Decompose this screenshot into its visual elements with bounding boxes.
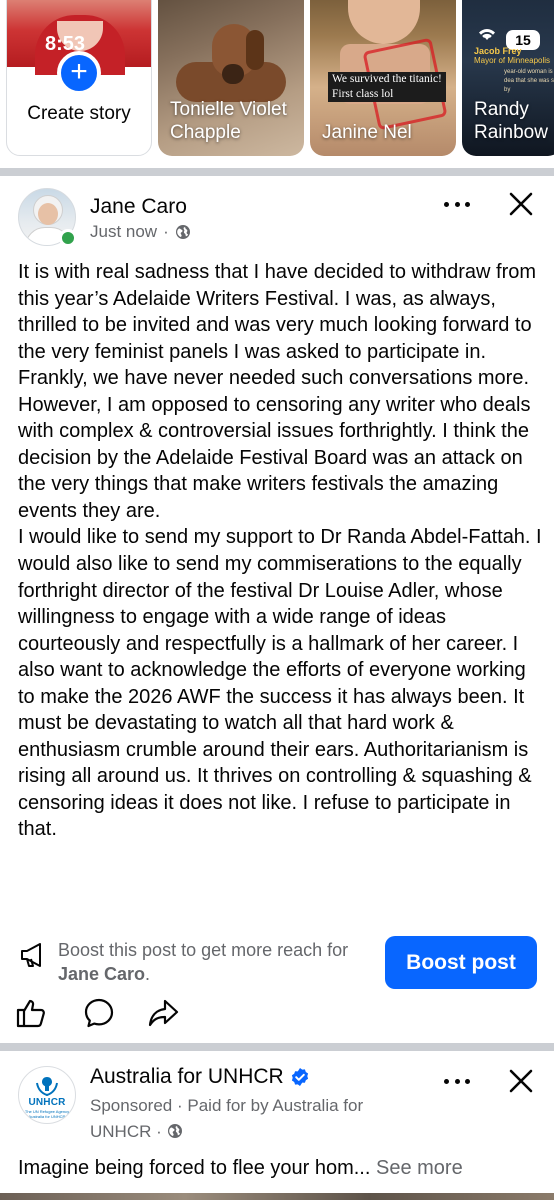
avatar[interactable]: UNHCR The UN Refugee Agency Australia fo… xyxy=(18,1066,76,1124)
post-paragraph: It is with real sadness that I have deci… xyxy=(18,261,537,390)
logo-subtext: The UN Refugee Agency Australia for UNHC… xyxy=(24,1109,70,1119)
post-paragraph: I would like to send my support to Dr Ra… xyxy=(18,526,542,841)
story-randy-rainbow[interactable]: 15 Jacob Frey Mayor of Minneapolis year-… xyxy=(462,0,554,156)
sponsored-meta: Sponsored · Paid for by Australia for UN… xyxy=(90,1096,364,1141)
globe-icon xyxy=(175,225,190,239)
share-icon[interactable] xyxy=(146,996,180,1030)
boost-post-button[interactable]: Boost post xyxy=(385,936,537,989)
sponsored-advertiser[interactable]: Australia for UNHCR xyxy=(90,1065,310,1089)
close-icon[interactable] xyxy=(505,188,537,220)
online-status-dot xyxy=(59,229,77,247)
story-label: Tonielle Violet Chapple xyxy=(170,99,287,143)
section-divider xyxy=(0,168,554,176)
story-tonielle-violet-chapple[interactable]: Tonielle Violet Chapple xyxy=(158,0,304,156)
story-label: Randy Rainbow xyxy=(474,99,548,143)
boost-row: Boost this post to get more reach for Ja… xyxy=(18,936,538,990)
sponsored-label[interactable]: Sponsored xyxy=(90,1096,172,1115)
story-overlay-name: Jacob Frey xyxy=(474,46,522,56)
create-story-label: Create story xyxy=(27,103,131,124)
like-icon[interactable] xyxy=(14,996,48,1030)
post-timestamp[interactable]: Just now xyxy=(90,222,157,242)
globe-icon xyxy=(167,1124,182,1138)
more-options-icon[interactable] xyxy=(440,193,474,215)
section-divider xyxy=(0,1043,554,1051)
story-create[interactable]: 8:53 + Create story xyxy=(6,0,152,156)
sponsored-text: Imagine being forced to flee your hom...… xyxy=(18,1157,463,1179)
wifi-icon xyxy=(476,26,498,45)
story-janine-nel[interactable]: We survived the titanic! First class lol… xyxy=(310,0,456,156)
post-text: It is with real sadness that I have deci… xyxy=(18,259,543,843)
meta-separator: · xyxy=(163,222,169,241)
story-overlay-news: year-old woman is dea that she was shot … xyxy=(504,69,554,93)
post-paragraph: However, I am opposed to censoring any w… xyxy=(18,393,531,522)
megaphone-icon xyxy=(21,943,41,967)
ad-media-preview[interactable] xyxy=(0,1193,554,1200)
post-author-name[interactable]: Jane Caro xyxy=(90,195,187,219)
story-overlay-role: Mayor of Minneapolis xyxy=(474,56,551,65)
comment-icon[interactable] xyxy=(82,996,116,1030)
boost-prompt: Boost this post to get more reach for Ja… xyxy=(58,940,349,984)
logo-text: UNHCR xyxy=(28,1097,66,1108)
story-caption: We survived the titanic! First class lol xyxy=(328,72,446,102)
advertiser-name[interactable]: Australia for UNHCR xyxy=(90,1065,284,1089)
post-meta: Just now · xyxy=(90,222,191,242)
post-actions xyxy=(14,996,194,1032)
more-options-icon[interactable] xyxy=(440,1070,474,1092)
verified-badge-icon xyxy=(291,1068,308,1086)
close-icon[interactable] xyxy=(505,1065,537,1097)
stories-tray: 8:53 + Create story Tonielle Violet Chap… xyxy=(0,0,554,168)
story-image xyxy=(348,0,420,44)
see-more-link[interactable]: See more xyxy=(376,1157,463,1179)
plus-icon[interactable]: + xyxy=(57,51,101,95)
story-label: Janine Nel xyxy=(322,122,412,143)
boost-page-name: Jane Caro xyxy=(58,964,146,984)
